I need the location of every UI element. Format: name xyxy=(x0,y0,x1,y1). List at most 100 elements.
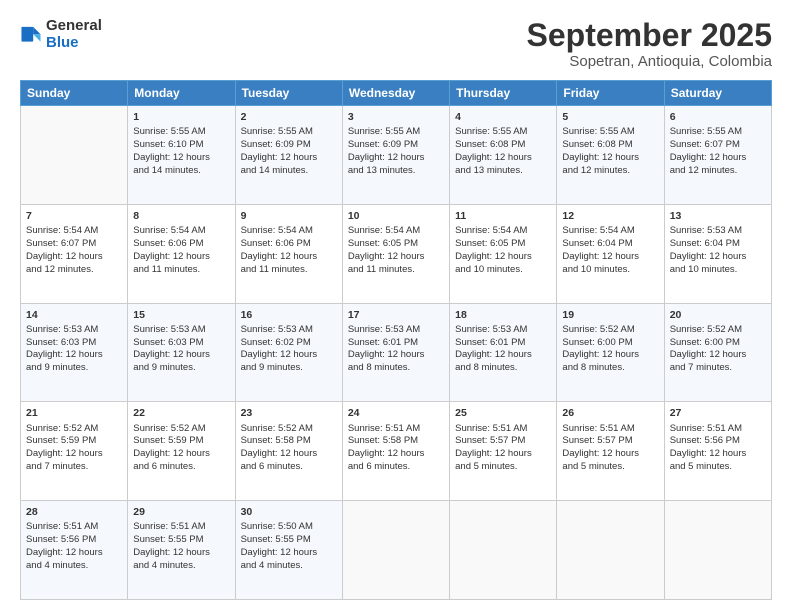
col-header-thursday: Thursday xyxy=(450,81,557,106)
day-number: 9 xyxy=(241,209,337,223)
day-info-line: Sunset: 5:55 PM xyxy=(241,534,337,547)
day-info-line: Daylight: 12 hours xyxy=(133,547,229,560)
day-info-line: Sunrise: 5:51 AM xyxy=(562,423,658,436)
day-number: 8 xyxy=(133,209,229,223)
day-info-line: Daylight: 12 hours xyxy=(26,448,122,461)
day-info-line: Sunset: 6:08 PM xyxy=(562,139,658,152)
day-info-line: Daylight: 12 hours xyxy=(133,349,229,362)
calendar-cell: 13Sunrise: 5:53 AMSunset: 6:04 PMDayligh… xyxy=(664,204,771,303)
day-info-line: Daylight: 12 hours xyxy=(455,349,551,362)
day-info-line: Daylight: 12 hours xyxy=(670,448,766,461)
day-number: 25 xyxy=(455,406,551,420)
day-info-line: Sunrise: 5:54 AM xyxy=(241,225,337,238)
day-number: 21 xyxy=(26,406,122,420)
calendar-cell: 9 Sunrise: 5:54 AMSunset: 6:06 PMDaylight… xyxy=(235,204,342,303)
day-info-line: and 14 minutes. xyxy=(133,165,229,178)
day-info-line: Daylight: 12 hours xyxy=(241,251,337,264)
calendar-cell: 5Sunrise: 5:55 AMSunset: 6:08 PMDaylight… xyxy=(557,106,664,205)
day-number: 3 xyxy=(348,110,444,124)
day-info-line: Daylight: 12 hours xyxy=(133,448,229,461)
calendar-cell: 19Sunrise: 5:52 AMSunset: 6:00 PMDayligh… xyxy=(557,303,664,402)
main-title: September 2025 xyxy=(527,18,772,53)
calendar-cell: 29Sunrise: 5:51 AMSunset: 5:55 PMDayligh… xyxy=(128,501,235,600)
day-info-line: Sunset: 6:03 PM xyxy=(133,337,229,350)
day-info-line: Sunset: 5:59 PM xyxy=(26,435,122,448)
day-number: 4 xyxy=(455,110,551,124)
title-block: September 2025 Sopetran, Antioquia, Colo… xyxy=(527,18,772,70)
calendar-cell xyxy=(450,501,557,600)
day-info-line: Daylight: 12 hours xyxy=(26,547,122,560)
day-info-line: Sunset: 6:07 PM xyxy=(26,238,122,251)
col-header-tuesday: Tuesday xyxy=(235,81,342,106)
day-info-line: Sunrise: 5:52 AM xyxy=(670,324,766,337)
day-info-line: and 7 minutes. xyxy=(26,461,122,474)
calendar-cell: 7Sunrise: 5:54 AMSunset: 6:07 PMDaylight… xyxy=(21,204,128,303)
day-info-line: Daylight: 12 hours xyxy=(455,251,551,264)
col-header-wednesday: Wednesday xyxy=(342,81,449,106)
day-info-line: Sunrise: 5:51 AM xyxy=(26,521,122,534)
day-info-line: Sunrise: 5:52 AM xyxy=(562,324,658,337)
day-number: 10 xyxy=(348,209,444,223)
calendar-cell xyxy=(21,106,128,205)
col-header-monday: Monday xyxy=(128,81,235,106)
calendar-cell: 4Sunrise: 5:55 AMSunset: 6:08 PMDaylight… xyxy=(450,106,557,205)
day-info-line: Sunset: 6:10 PM xyxy=(133,139,229,152)
day-info-line: Daylight: 12 hours xyxy=(348,349,444,362)
day-info-line: and 6 minutes. xyxy=(133,461,229,474)
day-info-line: Sunset: 5:56 PM xyxy=(26,534,122,547)
calendar-cell: 16Sunrise: 5:53 AMSunset: 6:02 PMDayligh… xyxy=(235,303,342,402)
day-info-line: Sunrise: 5:52 AM xyxy=(133,423,229,436)
day-info-line: Sunrise: 5:53 AM xyxy=(241,324,337,337)
day-info-line: Daylight: 12 hours xyxy=(241,547,337,560)
day-info-line: Daylight: 12 hours xyxy=(562,152,658,165)
day-info-line: Sunrise: 5:55 AM xyxy=(670,126,766,139)
day-info-line: Sunset: 5:55 PM xyxy=(133,534,229,547)
day-number: 6 xyxy=(670,110,766,124)
day-number: 30 xyxy=(241,505,337,519)
day-info-line: Daylight: 12 hours xyxy=(26,349,122,362)
day-info-line: and 9 minutes. xyxy=(26,362,122,375)
day-info-line: Sunrise: 5:51 AM xyxy=(455,423,551,436)
day-info-line: Sunrise: 5:55 AM xyxy=(348,126,444,139)
calendar-cell: 22Sunrise: 5:52 AMSunset: 5:59 PMDayligh… xyxy=(128,402,235,501)
day-number: 18 xyxy=(455,308,551,322)
day-info-line: Daylight: 12 hours xyxy=(348,152,444,165)
day-info-line: and 12 minutes. xyxy=(670,165,766,178)
day-info-line: and 7 minutes. xyxy=(670,362,766,375)
calendar-cell: 2Sunrise: 5:55 AMSunset: 6:09 PMDaylight… xyxy=(235,106,342,205)
day-number: 19 xyxy=(562,308,658,322)
day-number: 7 xyxy=(26,209,122,223)
day-info-line: Sunrise: 5:53 AM xyxy=(133,324,229,337)
col-header-sunday: Sunday xyxy=(21,81,128,106)
page: General Blue September 2025 Sopetran, An… xyxy=(0,0,792,612)
day-info-line: Daylight: 12 hours xyxy=(455,448,551,461)
day-info-line: Daylight: 12 hours xyxy=(241,152,337,165)
day-info-line: and 9 minutes. xyxy=(133,362,229,375)
day-number: 15 xyxy=(133,308,229,322)
calendar-cell: 14Sunrise: 5:53 AMSunset: 6:03 PMDayligh… xyxy=(21,303,128,402)
calendar-cell xyxy=(557,501,664,600)
day-info-line: and 11 minutes. xyxy=(133,264,229,277)
day-info-line: Sunrise: 5:54 AM xyxy=(133,225,229,238)
day-number: 16 xyxy=(241,308,337,322)
day-info-line: Sunset: 6:02 PM xyxy=(241,337,337,350)
day-info-line: Sunrise: 5:51 AM xyxy=(670,423,766,436)
calendar-cell: 10Sunrise: 5:54 AMSunset: 6:05 PMDayligh… xyxy=(342,204,449,303)
day-info-line: and 10 minutes. xyxy=(562,264,658,277)
day-info-line: Sunset: 6:06 PM xyxy=(241,238,337,251)
day-info-line: Daylight: 12 hours xyxy=(562,448,658,461)
day-info-line: Daylight: 12 hours xyxy=(133,152,229,165)
day-number: 23 xyxy=(241,406,337,420)
day-info-line: and 9 minutes. xyxy=(241,362,337,375)
calendar-cell: 3Sunrise: 5:55 AMSunset: 6:09 PMDaylight… xyxy=(342,106,449,205)
day-info-line: Sunset: 6:03 PM xyxy=(26,337,122,350)
day-info-line: Sunrise: 5:54 AM xyxy=(26,225,122,238)
day-number: 12 xyxy=(562,209,658,223)
day-info-line: Sunrise: 5:53 AM xyxy=(455,324,551,337)
day-number: 24 xyxy=(348,406,444,420)
calendar-cell: 18Sunrise: 5:53 AMSunset: 6:01 PMDayligh… xyxy=(450,303,557,402)
subtitle: Sopetran, Antioquia, Colombia xyxy=(527,53,772,70)
calendar-cell: 30Sunrise: 5:50 AMSunset: 5:55 PMDayligh… xyxy=(235,501,342,600)
day-info-line: and 12 minutes. xyxy=(26,264,122,277)
day-info-line: and 14 minutes. xyxy=(241,165,337,178)
